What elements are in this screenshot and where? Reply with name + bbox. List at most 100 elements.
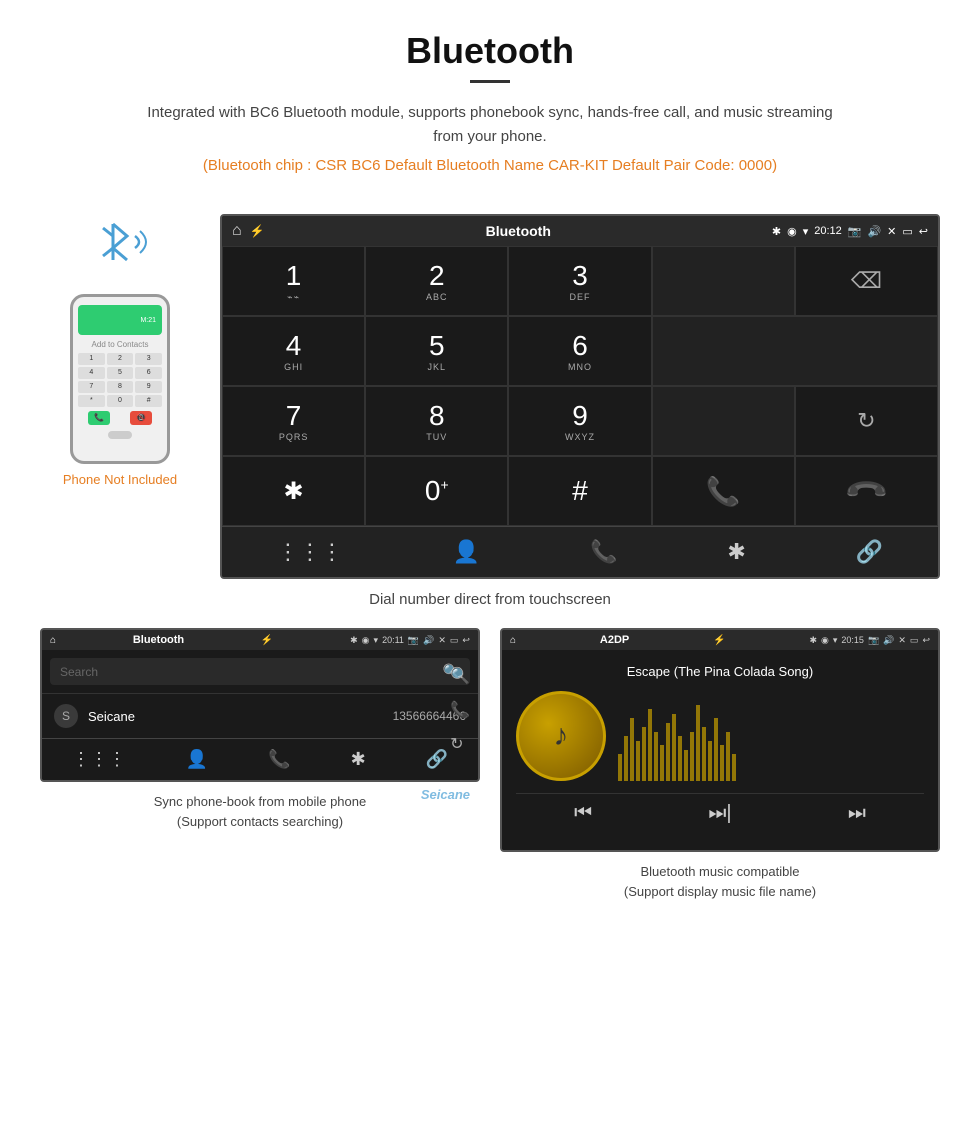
music-controls: ⏮ ⏭| ⏭ — [516, 793, 924, 833]
dial-empty-2 — [652, 386, 795, 456]
home-icon[interactable]: ⌂ — [232, 222, 242, 240]
phone-bottom: 📞 📵 — [78, 411, 162, 425]
close-icon3[interactable]: ✕ — [898, 635, 906, 646]
dial-phone-icon[interactable]: 📞 — [590, 539, 617, 565]
main-section: M:21 Add to Contacts 123 456 789 *0# 📞 📵… — [0, 204, 980, 579]
back-icon2[interactable]: ↩ — [462, 635, 470, 646]
music-title: A2DP — [600, 634, 629, 646]
contacts-time: 20:11 — [382, 635, 404, 646]
topbar-title: Bluetooth — [486, 223, 551, 239]
dial-grid-icon[interactable]: ⋮⋮⋮ — [277, 539, 343, 565]
page-header: Bluetooth Integrated with BC6 Bluetooth … — [0, 0, 980, 204]
contacts-grid-icon[interactable]: ⋮⋮⋮ — [72, 749, 126, 770]
loc-icon3: ◉ — [821, 635, 829, 646]
music-track-title: Escape (The Pina Colada Song) — [627, 664, 813, 679]
play-pause-button[interactable]: ⏭| — [708, 802, 731, 825]
loc-icon: ◉ — [362, 635, 370, 646]
volume-icon: 🔊 — [867, 225, 881, 238]
contacts-search-icon[interactable]: 🔍 — [450, 666, 470, 686]
contacts-home-icon[interactable]: ⌂ — [50, 635, 56, 646]
dial-link-icon[interactable]: 🔗 — [856, 539, 883, 565]
dial-key-9[interactable]: 9 WXYZ — [508, 386, 651, 456]
search-placeholder: Search — [60, 665, 98, 679]
phone-mockup: M:21 Add to Contacts 123 456 789 *0# 📞 📵 — [70, 294, 170, 464]
bluetooth-waves-icon — [85, 214, 155, 284]
contacts-bottom-bar: ⋮⋮⋮ 👤 📞 ✱ 🔗 — [42, 738, 478, 780]
dial-call-button[interactable]: 📞 — [652, 456, 795, 526]
contacts-search-field[interactable]: Search 🔍 — [50, 658, 470, 685]
topbar-left: ⌂ ⚡ — [232, 222, 265, 240]
bluetooth-status-icon: ✱ — [772, 225, 781, 238]
win-icon2[interactable]: ▭ — [450, 635, 459, 646]
dial-display-area — [652, 246, 795, 316]
dial-hangup-button[interactable]: 📞 — [795, 456, 938, 526]
phone-screen: M:21 — [78, 305, 162, 335]
page-description: Integrated with BC6 Bluetooth module, su… — [140, 101, 840, 149]
camera-icon: 📷 — [848, 225, 862, 238]
dial-key-3[interactable]: 3 DEF — [508, 246, 651, 316]
win-icon3[interactable]: ▭ — [910, 635, 919, 646]
dial-key-hash[interactable]: # — [508, 456, 651, 526]
topbar-right: ✱ ◉ ▾ 20:12 📷 🔊 ✕ ▭ ↩ — [772, 225, 928, 238]
phone-keypad: 123 456 789 *0# — [78, 353, 162, 407]
title-underline — [470, 80, 510, 83]
phone-home-button — [108, 431, 132, 439]
contacts-caption: Sync phone-book from mobile phone (Suppo… — [154, 792, 366, 831]
dial-screen: ⌂ ⚡ Bluetooth ✱ ◉ ▾ 20:12 📷 🔊 ✕ ▭ ↩ 1 ⌁⌁ — [220, 214, 940, 579]
dial-key-0[interactable]: 0+ — [365, 456, 508, 526]
dial-key-4[interactable]: 4 GHI — [222, 316, 365, 386]
contact-avatar: S — [54, 704, 78, 728]
contacts-usb-icon: ⚡ — [261, 635, 273, 646]
contacts-refresh-icon[interactable]: ↻ — [450, 734, 470, 754]
music-home-icon[interactable]: ⌂ — [510, 635, 516, 646]
contacts-bt-icon[interactable]: ✱ — [351, 749, 366, 770]
bt-icon3: ✱ — [809, 635, 817, 646]
contacts-link-icon[interactable]: 🔗 — [426, 749, 448, 770]
music-screen: ⌂ A2DP ⚡ ✱ ◉ ▾ 20:15 📷 🔊 ✕ ▭ ↩ Escape (T… — [500, 628, 940, 852]
dial-backspace-button[interactable]: ⌫ — [795, 246, 938, 316]
cam-icon3: 📷 — [868, 635, 879, 646]
dial-bluetooth-icon[interactable]: ✱ — [727, 539, 745, 565]
cam-icon2: 📷 — [408, 635, 419, 646]
dial-key-star[interactable]: ✱ — [222, 456, 365, 526]
back-icon3[interactable]: ↩ — [922, 635, 930, 646]
music-body: Escape (The Pina Colada Song) ♪ — [502, 650, 938, 850]
contacts-user-icon[interactable]: 👤 — [186, 749, 208, 770]
music-usb-icon: ⚡ — [713, 635, 725, 646]
contact-list-item[interactable]: S Seicane 13566664466 — [42, 693, 478, 738]
back-icon[interactable]: ↩ — [919, 225, 928, 238]
bt-icon: ✱ — [350, 635, 358, 646]
phone-not-included-label: Phone Not Included — [63, 472, 177, 487]
contacts-right-icons: 🔍 📞 ↻ — [450, 666, 470, 754]
page-title: Bluetooth — [20, 30, 960, 72]
dial-topbar: ⌂ ⚡ Bluetooth ✱ ◉ ▾ 20:12 📷 🔊 ✕ ▭ ↩ — [222, 216, 938, 246]
dial-caption: Dial number direct from touchscreen — [0, 579, 980, 628]
dial-key-2[interactable]: 2 ABC — [365, 246, 508, 316]
dial-refresh-button[interactable]: ↻ — [795, 386, 938, 456]
wifi-icon: ▾ — [803, 225, 809, 238]
dial-key-8[interactable]: 8 TUV — [365, 386, 508, 456]
dial-key-6[interactable]: 6 MNO — [508, 316, 651, 386]
dial-key-7[interactable]: 7 PQRS — [222, 386, 365, 456]
contacts-screen: ⌂ Bluetooth ⚡ ✱ ◉ ▾ 20:11 📷 🔊 ✕ ▭ ↩ — [40, 628, 480, 782]
dial-bottom-bar: ⋮⋮⋮ 👤 📞 ✱ 🔗 — [222, 526, 938, 577]
window-icon[interactable]: ▭ — [902, 225, 912, 238]
dial-contacts-icon[interactable]: 👤 — [453, 539, 480, 565]
contacts-title: Bluetooth — [133, 634, 184, 646]
dial-key-5[interactable]: 5 JKL — [365, 316, 508, 386]
vol-icon2: 🔊 — [423, 635, 434, 646]
next-button[interactable]: ⏭ — [848, 802, 866, 825]
music-screenshot-block: ⌂ A2DP ⚡ ✱ ◉ ▾ 20:15 📷 🔊 ✕ ▭ ↩ Escape (T… — [500, 628, 940, 901]
music-album-art: ♪ — [516, 691, 606, 781]
usb-icon: ⚡ — [250, 224, 265, 238]
wifi-icon2: ▾ — [374, 635, 379, 646]
close-icon[interactable]: ✕ — [887, 225, 896, 238]
close-icon2[interactable]: ✕ — [438, 635, 446, 646]
phone-illustration: M:21 Add to Contacts 123 456 789 *0# 📞 📵… — [40, 214, 200, 487]
contacts-call-icon[interactable]: 📞 — [450, 700, 470, 720]
music-time: 20:15 — [841, 635, 864, 646]
contacts-phone-icon[interactable]: 📞 — [268, 749, 290, 770]
dial-key-1[interactable]: 1 ⌁⌁ — [222, 246, 365, 316]
time-display: 20:12 — [814, 225, 842, 237]
prev-button[interactable]: ⏮ — [574, 802, 592, 825]
